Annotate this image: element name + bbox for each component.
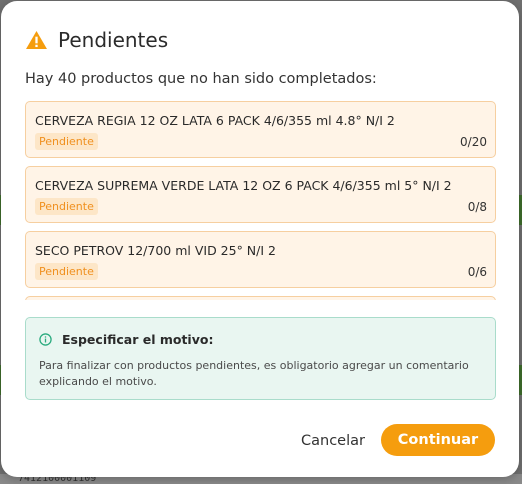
status-badge: Pendiente [35,263,98,280]
product-count: 0/8 [467,200,487,214]
list-item-partial [25,296,496,300]
product-name: CERVEZA SUPREMA VERDE LATA 12 OZ 6 PACK … [35,178,452,193]
info-text: Para finalizar con productos pendientes,… [39,359,469,388]
warning-icon [25,30,48,50]
info-box: Especificar el motivo: Para finalizar co… [25,317,496,400]
product-name: CERVEZA REGIA 12 OZ LATA 6 PACK 4/6/355 … [35,113,395,128]
product-name: SECO PETROV 12/700 ml VID 25° N/I 2 [35,243,276,258]
status-badge: Pendiente [35,133,98,150]
product-count: 0/6 [467,265,487,279]
status-badge: Pendiente [35,198,98,215]
list-item: CERVEZA REGIA 12 OZ LATA 6 PACK 4/6/355 … [25,101,496,158]
product-count: 0/20 [460,135,487,149]
cancel-button[interactable]: Cancelar [293,425,373,456]
pending-products-list[interactable]: CERVEZA REGIA 12 OZ LATA 6 PACK 4/6/355 … [25,101,496,300]
continue-button[interactable]: Continuar [381,424,495,456]
info-icon [39,333,52,346]
info-title: Especificar el motivo: [62,332,214,347]
list-item: CERVEZA SUPREMA VERDE LATA 12 OZ 6 PACK … [25,166,496,223]
pending-dialog: Pendientes Hay 40 productos que no han s… [1,1,519,477]
info-header: Especificar el motivo: [39,332,213,347]
list-item: SECO PETROV 12/700 ml VID 25° N/I 2 Pend… [25,231,496,288]
dialog-header: Pendientes [25,28,168,52]
dialog-title: Pendientes [58,28,169,52]
dialog-subtitle: Hay 40 productos que no han sido complet… [25,71,377,87]
